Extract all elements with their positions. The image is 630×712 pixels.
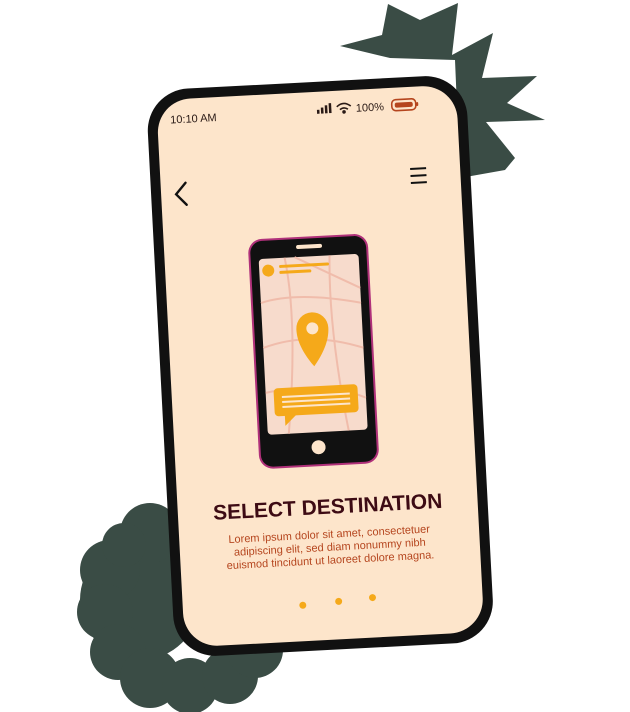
- inner-phone-illustration: [248, 234, 379, 469]
- battery-percent: 100%: [356, 101, 385, 114]
- onboarding-illustration: 10:10 AM 100% SELECT DESTINATION Lorem i…: [0, 0, 630, 712]
- status-time: 10:10 AM: [170, 112, 217, 126]
